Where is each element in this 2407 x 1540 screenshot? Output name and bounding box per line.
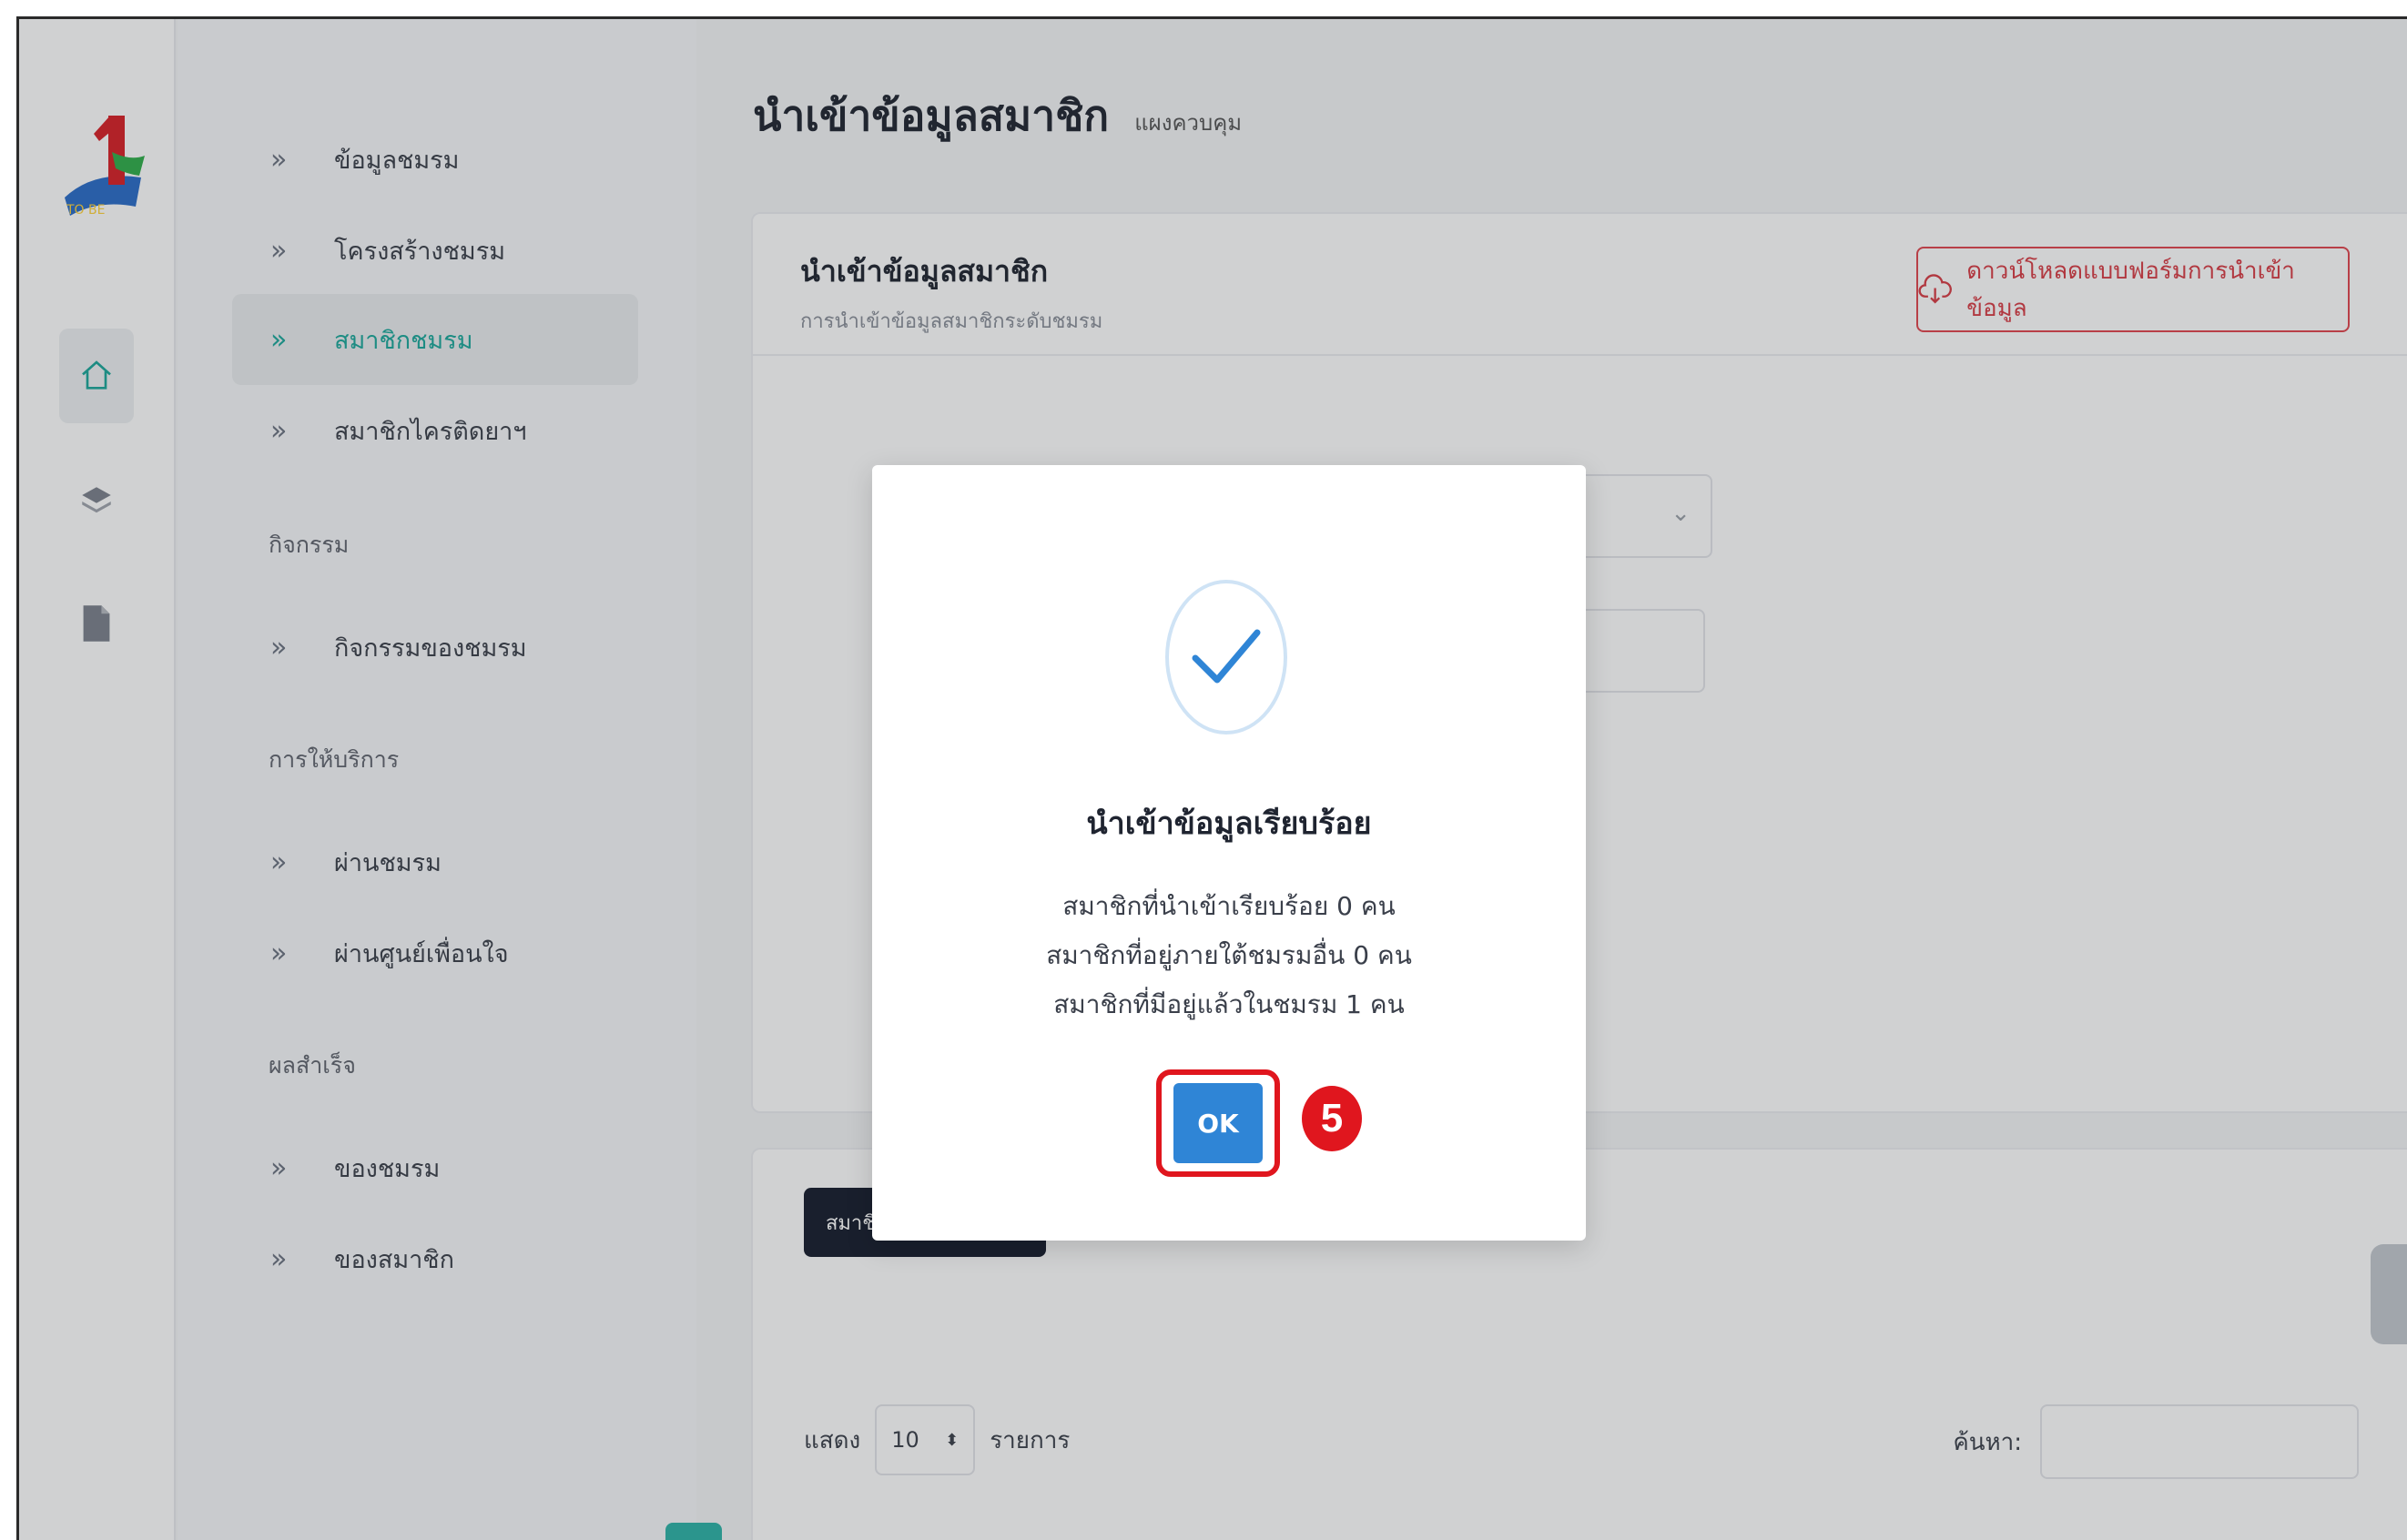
ok-button-highlight: OK — [1156, 1069, 1280, 1177]
dialog-message: สมาชิกที่นำเข้าเรียบร้อย 0 คน สมาชิกที่อ… — [872, 882, 1586, 1029]
success-check-icon — [1165, 580, 1287, 735]
existing-count-line: สมาชิกที่มีอยู่แล้วในชมรม 1 คน — [1053, 989, 1405, 1019]
step-number-badge: 5 — [1302, 1086, 1362, 1151]
ok-button[interactable]: OK — [1173, 1083, 1263, 1163]
imported-count-line: สมาชิกที่นำเข้าเรียบร้อย 0 คน — [1062, 891, 1396, 921]
dialog-title: นำเข้าข้อมูลเรียบร้อย — [1086, 805, 1372, 842]
other-club-count-line: สมาชิกที่อยู่ภายใต้ชมรมอื่น 0 คน — [1046, 940, 1412, 970]
success-dialog: นำเข้าข้อมูลเรียบร้อย สมาชิกที่นำเข้าเรี… — [872, 465, 1586, 1241]
app-window: TO BE » ข้อมูลชมรม » โครงสร้างชมรม » สมา… — [16, 16, 2407, 1540]
